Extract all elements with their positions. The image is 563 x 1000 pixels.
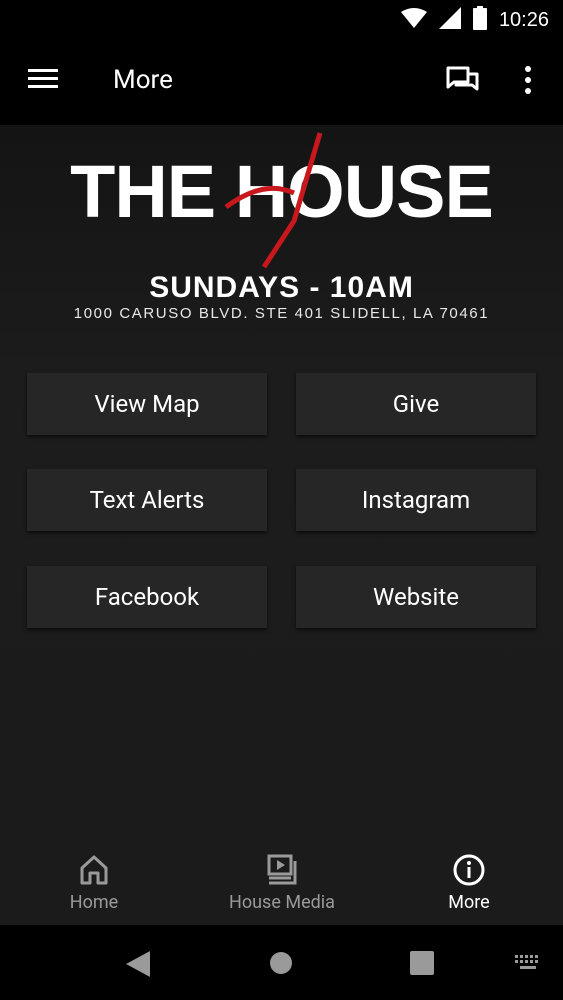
content-area: THE HOUSE SUNDAYS - 10AM 1000 CARUSO BLV… [0,125,563,847]
menu-button[interactable] [26,66,62,96]
view-map-button[interactable]: View Map [27,373,267,435]
wifi-icon [400,8,427,32]
media-icon [267,854,297,885]
keyboard-icon[interactable] [515,955,541,971]
text-alerts-button[interactable]: Text Alerts [27,469,267,531]
chat-icon [446,66,479,91]
battery-icon [472,6,487,34]
info-icon [453,854,485,886]
back-icon[interactable] [126,951,150,977]
website-button[interactable]: Website [296,566,536,628]
overflow-menu-button[interactable] [518,64,538,98]
system-navigation-bar [0,925,563,1000]
home-icon [80,855,108,885]
bottom-navigation: Home House Media More [0,847,563,925]
nav-label-more: More [448,892,490,913]
nav-label-home: Home [69,892,119,913]
instagram-button[interactable]: Instagram [296,469,536,531]
status-bar: 10:26 [0,0,563,40]
nav-item-home[interactable]: Home [0,847,188,925]
nav-item-more[interactable]: More [375,847,563,925]
give-button[interactable]: Give [296,373,536,435]
facebook-button[interactable]: Facebook [27,566,267,628]
church-logo-banner: THE HOUSE SUNDAYS - 10AM 1000 CARUSO BLV… [0,125,563,325]
more-vertical-icon [525,66,531,94]
menu-icon [28,69,58,88]
signal-icon [438,7,461,33]
status-time: 10:26 [498,8,549,31]
status-icons: 10:26 [400,0,549,40]
logo-slash-mark [224,132,323,269]
page-title: More [113,65,173,95]
recents-icon[interactable] [410,951,434,975]
home-circle-icon[interactable] [269,951,293,975]
app-toolbar: More [0,40,563,125]
chat-button[interactable] [444,64,482,98]
service-time: SUNDAYS - 10AM [149,271,414,304]
church-address: 1000 CARUSO BLVD. STE 401 SLIDELL, LA 70… [73,305,490,322]
nav-label-house-media: House Media [229,892,335,913]
nav-item-house-media[interactable]: House Media [188,847,376,925]
